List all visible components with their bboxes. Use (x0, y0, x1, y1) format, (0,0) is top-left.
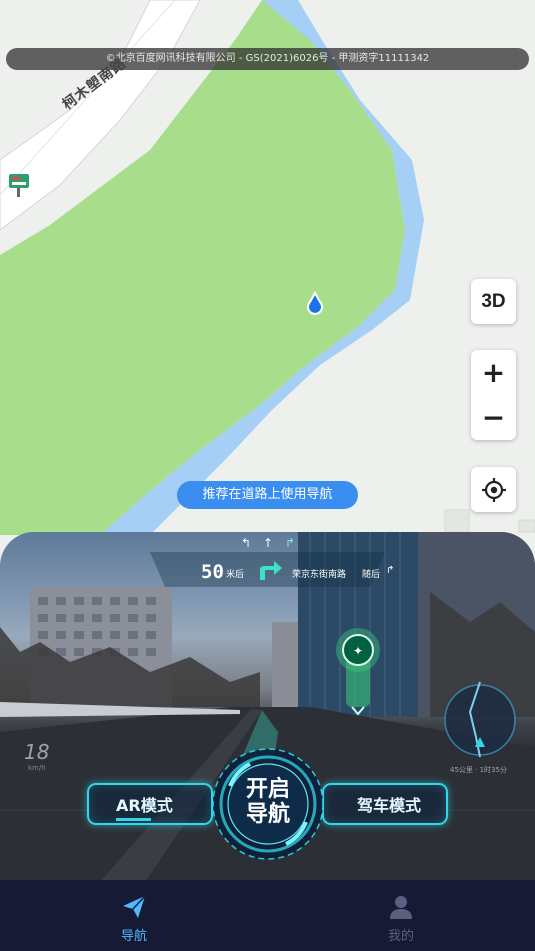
lane-left-arrow: ↰ (241, 536, 252, 550)
next-road-name: 荣京东街南路 (292, 570, 347, 580)
drive-mode-label: 驾车模式 (357, 796, 422, 815)
bus-stop-icon[interactable] (8, 172, 30, 198)
eta-summary: 45公里 · 1时35分 (450, 766, 507, 774)
turn-distance: 50 (201, 561, 224, 583)
tab-profile-label: 我的 (387, 929, 414, 944)
crosshair-icon (481, 477, 506, 502)
then-label: 随后 (362, 570, 381, 580)
tab-profile[interactable]: 我的 (361, 880, 441, 951)
drive-mode-button[interactable]: 驾车模式 (322, 783, 448, 825)
toggle-3d-button[interactable]: 3D (471, 279, 516, 324)
start-nav-line2: 导航 (245, 802, 290, 827)
location-dot-icon (303, 290, 327, 315)
speed-unit: km/h (28, 764, 46, 772)
ar-mode-label: AR模式 (116, 796, 173, 815)
tab-navigation-label: 导航 (120, 929, 147, 944)
map-view[interactable]: ©北京百度网讯科技有限公司 - GS(2021)6026号 - 甲测资字1111… (0, 0, 535, 560)
ar-mode-button[interactable]: AR模式 (87, 783, 213, 825)
then-turn-icon: ↱ (386, 565, 395, 576)
paper-plane-icon (123, 895, 146, 918)
road-hint-banner[interactable]: 推荐在道路上使用导航 (177, 481, 358, 509)
bottom-tab-bar: 导航 我的 (0, 880, 535, 951)
locate-button[interactable] (471, 467, 516, 512)
lane-straight-arrow: ↑ (262, 536, 274, 550)
svg-text:✦: ✦ (353, 644, 363, 658)
zoom-out-button[interactable]: − (471, 395, 516, 440)
start-nav-line1: 开启 (245, 777, 290, 802)
user-icon (390, 896, 412, 919)
start-navigation-label[interactable]: 开启 导航 (210, 777, 326, 827)
zoom-control: + − (471, 350, 516, 440)
tab-navigation[interactable]: 导航 (94, 880, 174, 951)
ar-mode-selected-underline (116, 818, 151, 821)
current-speed: 18 (24, 740, 50, 764)
lane-guidance: ↰ ↑ ↱ (241, 536, 295, 550)
zoom-in-button[interactable]: + (471, 350, 516, 395)
turn-right-icon (256, 558, 284, 582)
lane-right-arrow: ↱ (284, 536, 295, 550)
turn-distance-unit: 米后 (226, 570, 245, 580)
map-copyright: ©北京百度网讯科技有限公司 - GS(2021)6026号 - 甲测资字1111… (6, 48, 529, 70)
